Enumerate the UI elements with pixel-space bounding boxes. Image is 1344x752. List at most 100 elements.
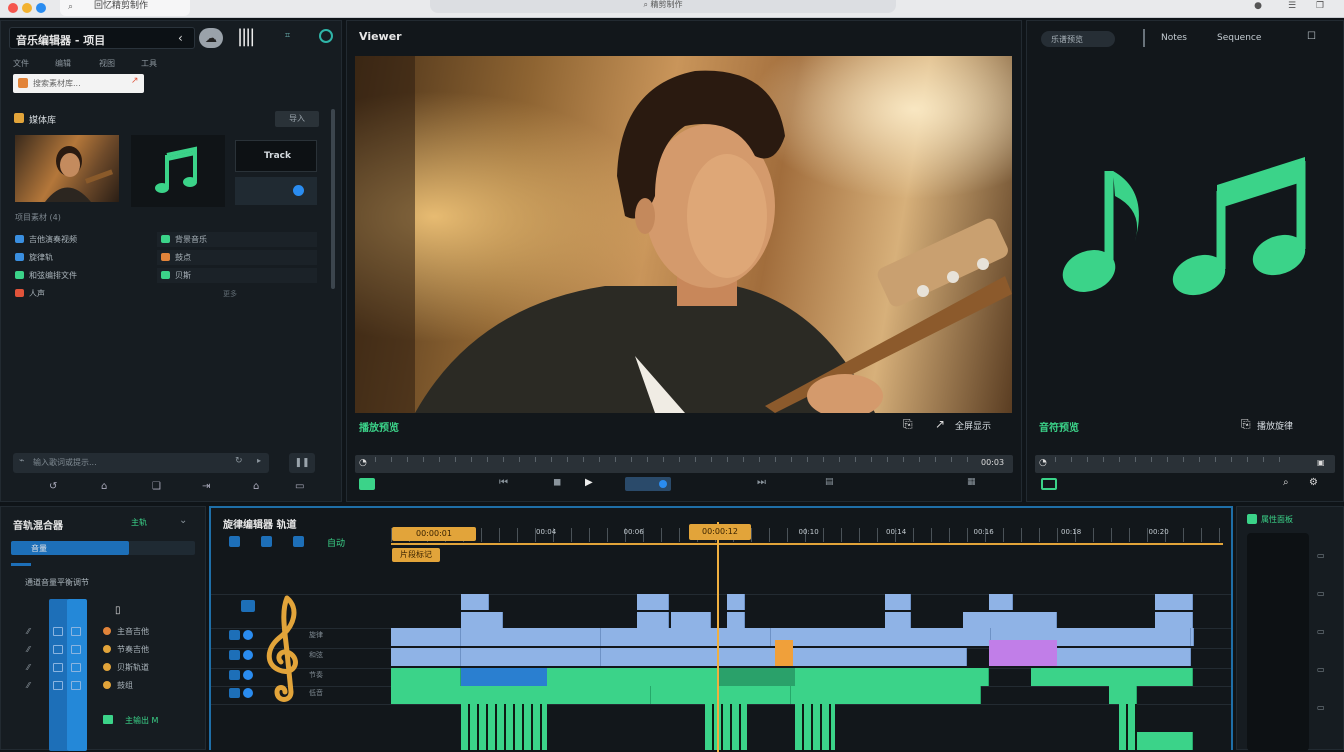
refresh-icon[interactable]: ↻ [235, 456, 243, 466]
audio-thumbnail[interactable] [131, 135, 225, 207]
timeline-clip[interactable] [795, 704, 835, 750]
stop-button[interactable]: ◼ [553, 477, 561, 488]
share-icon[interactable]: ⎘ [903, 417, 913, 432]
search-icon[interactable]: ⌕ [1283, 477, 1289, 488]
timeline-clip[interactable] [885, 612, 911, 628]
close-icon[interactable]: ☐ [1307, 31, 1316, 42]
timeline-clip[interactable] [791, 686, 981, 704]
attach-icon[interactable]: ⌁ [19, 456, 24, 466]
timeline-clip[interactable] [727, 612, 745, 628]
route-icon[interactable]: ⁄⁄ [27, 645, 30, 654]
tab-file[interactable]: 文件 [13, 58, 29, 69]
track-arm-icon[interactable] [243, 650, 253, 660]
track-icon[interactable] [229, 688, 240, 698]
project-title-box[interactable]: 音乐编辑器 - 项目 ‹ [9, 27, 195, 49]
timeline-clip[interactable] [601, 628, 771, 646]
fullscreen-label[interactable]: 全屏显示 [955, 419, 991, 432]
timeline-clip[interactable] [1119, 704, 1137, 750]
timeline-clip[interactable] [1109, 686, 1137, 704]
timeline-clip[interactable] [795, 668, 989, 686]
settings-icon[interactable]: ▦ [967, 477, 976, 487]
timeline-clip[interactable] [671, 612, 711, 628]
solo-icon[interactable] [71, 681, 81, 690]
tune-icon[interactable]: ⚙ [1309, 477, 1318, 488]
undo-icon[interactable]: ↺ [49, 481, 57, 492]
timeline-clip[interactable] [1191, 628, 1194, 646]
timeline-clip[interactable] [1137, 732, 1193, 750]
timeline-clip[interactable] [705, 704, 747, 750]
timeline-clip[interactable] [461, 628, 601, 646]
timeline-clip[interactable] [775, 640, 793, 666]
list-item[interactable]: 吉他演奏视频 [11, 232, 151, 247]
property-icon[interactable]: ▭ [1317, 703, 1325, 712]
skip-forward-button[interactable]: ⏭ [757, 477, 766, 488]
track-thumbnail-2[interactable] [235, 177, 317, 205]
property-icon[interactable]: ▭ [1317, 551, 1325, 560]
track-arm-icon[interactable] [243, 630, 253, 640]
send-icon[interactable]: ▸ [257, 456, 261, 465]
fader-icon[interactable]: ▯ [115, 605, 121, 616]
volume-thumb[interactable] [659, 480, 667, 488]
timeline-clip[interactable] [1031, 668, 1193, 686]
list-item[interactable]: 人声 [11, 286, 151, 301]
more-link[interactable]: 更多 [223, 289, 237, 299]
clear-icon[interactable]: ↗ [131, 76, 139, 86]
lock-icon[interactable]: ⌂ [253, 481, 259, 492]
barcode-icon[interactable]: |||| [237, 26, 255, 47]
property-icon[interactable]: ▭ [1317, 589, 1325, 598]
timeline-clip[interactable] [1155, 612, 1193, 628]
grid-icon[interactable]: ⌗ [285, 31, 290, 41]
timeline-clip[interactable] [391, 668, 461, 686]
close-window-button[interactable] [8, 3, 18, 13]
settings-icon[interactable]: ☰ [1286, 1, 1298, 12]
timeline-clip[interactable] [717, 668, 795, 686]
property-icon[interactable]: ▭ [1317, 665, 1325, 674]
maximize-window-button[interactable] [36, 3, 46, 13]
track-icon[interactable] [229, 630, 240, 640]
marker-icon[interactable]: ▤ [825, 477, 834, 487]
tool-icon[interactable] [261, 536, 272, 547]
back-icon[interactable]: ‹ [178, 31, 183, 45]
play-melody-icon[interactable]: ⎘ [1241, 417, 1251, 432]
play-melody-label[interactable]: 播放旋律 [1257, 419, 1293, 432]
status-icon[interactable] [319, 29, 333, 43]
tool-icon[interactable] [293, 536, 304, 547]
fit-icon[interactable]: ▣ [1317, 458, 1325, 467]
tab-view[interactable]: 视图 [99, 58, 115, 69]
clip-marker[interactable]: 片段标记 [392, 548, 440, 562]
track-thumbnail[interactable]: Track [235, 140, 317, 172]
timeline-clip[interactable] [601, 648, 777, 666]
playhead-label[interactable]: 00:00:12 [689, 524, 751, 540]
timeline-clip[interactable] [461, 648, 601, 666]
preview-field[interactable]: 乐谱预览 [1041, 31, 1115, 47]
track-icon[interactable] [229, 650, 240, 660]
browser-tab[interactable]: ⌕ 回忆精剪制作 [60, 0, 190, 16]
mixer-mode[interactable]: 主轨 [131, 517, 147, 528]
list-item[interactable]: 贝斯 [157, 268, 317, 283]
route-icon[interactable]: ⁄⁄ [27, 681, 30, 690]
video-thumbnail[interactable] [15, 135, 119, 202]
timeline-clip[interactable] [461, 704, 547, 750]
route-icon[interactable]: ⁄⁄ [27, 663, 30, 672]
tab-sequence[interactable]: Sequence [1217, 33, 1261, 43]
skip-back-button[interactable]: ⏮ [499, 477, 508, 488]
home-icon[interactable]: ⌂ [101, 481, 107, 492]
track-icon[interactable] [241, 600, 255, 612]
timeline-clip[interactable] [391, 648, 461, 666]
tab-tools[interactable]: 工具 [141, 58, 157, 69]
solo-icon[interactable] [71, 627, 81, 636]
loop-icon[interactable]: ◔ [1039, 458, 1047, 468]
minimize-window-button[interactable] [22, 3, 32, 13]
screen-icon[interactable]: ▭ [295, 481, 304, 492]
mute-icon[interactable] [53, 645, 63, 654]
tool-label[interactable]: 自动 [327, 536, 345, 549]
prompt-input[interactable]: ⌁ 输入歌词或提示... ↻ ▸ [13, 453, 269, 473]
timeline-clip[interactable] [651, 686, 791, 704]
volume-slider[interactable] [625, 477, 671, 491]
list-item[interactable]: 旋律轨 [11, 250, 151, 265]
mute-icon[interactable] [53, 627, 63, 636]
loop-icon[interactable]: ◔ [359, 458, 367, 468]
scrollbar[interactable] [331, 109, 335, 289]
timeline-clip[interactable] [727, 594, 745, 610]
timeline-clip[interactable] [461, 668, 547, 686]
